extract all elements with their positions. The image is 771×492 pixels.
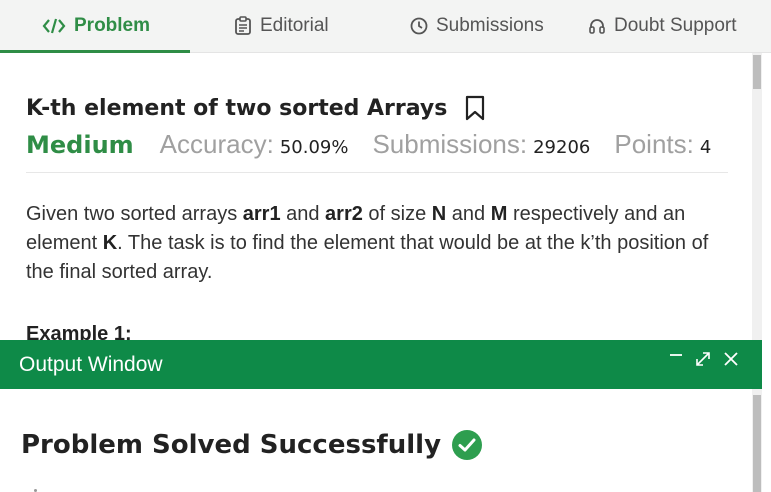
output-window-header: Output Window <box>0 340 762 389</box>
tab-label: Doubt Support <box>614 15 737 36</box>
tab-label: Problem <box>74 15 151 36</box>
problem-description: Given two sorted arrays arr1 and arr2 of… <box>26 200 726 287</box>
check-circle-icon <box>451 429 483 461</box>
clock-icon <box>410 17 428 35</box>
minimize-icon[interactable] <box>668 351 684 367</box>
difficulty-badge: Medium <box>26 131 134 159</box>
problem-title: K-th element of two sorted Arrays <box>26 95 448 121</box>
desc-text: Given two sorted arrays <box>26 203 243 225</box>
desc-bold: N <box>431 203 447 225</box>
desc-text: . The task is to find the element that w… <box>26 232 709 283</box>
submissions-value: 29206 <box>533 137 591 158</box>
tab-doubt-support[interactable]: Doubt Support <box>588 0 737 52</box>
result-message: Problem Solved Successfully <box>21 430 442 460</box>
title-row: K-th element of two sorted Arrays <box>26 95 485 121</box>
code-icon <box>42 17 66 35</box>
document-icon <box>234 16 252 36</box>
problem-scrollbar[interactable] <box>752 53 762 340</box>
scrollbar-thumb[interactable] <box>753 55 761 89</box>
submissions-label: Submissions: <box>372 129 528 159</box>
desc-text: and <box>280 203 326 225</box>
close-icon[interactable] <box>722 350 740 368</box>
accuracy-label: Accuracy: <box>159 129 274 159</box>
tab-bar: Problem Editorial Submissions Doubt Supp… <box>0 0 771 53</box>
problem-meta: Medium Accuracy: 50.09% Submissions: 292… <box>26 129 735 160</box>
desc-bold: K <box>102 232 118 254</box>
desc-bold: M <box>490 203 508 225</box>
desc-bold: arr1 <box>242 203 281 225</box>
divider <box>26 172 728 173</box>
example-heading: Example 1: <box>26 323 132 340</box>
accuracy-value: 50.09% <box>279 137 349 158</box>
problem-pane: K-th element of two sorted Arrays Medium… <box>0 53 750 340</box>
output-window-body: Problem Solved Successfully <box>0 389 750 492</box>
window-controls <box>658 350 740 368</box>
tab-label: Editorial <box>260 15 329 36</box>
tab-problem[interactable]: Problem <box>42 0 150 52</box>
expand-icon[interactable] <box>694 350 712 368</box>
output-window-title: Output Window <box>19 352 163 376</box>
points-label: Points: <box>614 129 694 159</box>
scrollbar-thumb[interactable] <box>753 395 761 492</box>
output-scrollbar[interactable] <box>752 389 762 492</box>
desc-text: and <box>446 203 491 225</box>
tab-submissions[interactable]: Submissions <box>410 0 544 52</box>
bookmark-icon[interactable] <box>465 95 485 121</box>
desc-text: of size <box>362 203 432 225</box>
result-row: Problem Solved Successfully <box>21 429 483 461</box>
tab-label: Submissions <box>436 15 544 36</box>
tab-editorial[interactable]: Editorial <box>234 0 329 52</box>
headset-icon <box>588 17 606 35</box>
points-value: 4 <box>699 137 712 158</box>
desc-bold: arr2 <box>325 203 363 225</box>
